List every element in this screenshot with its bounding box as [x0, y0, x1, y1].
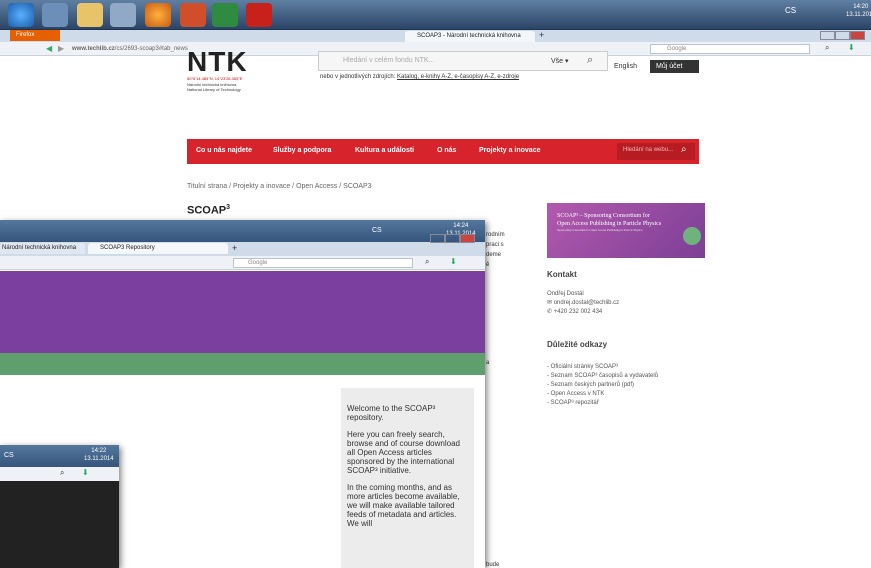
page-title: SCOAP3: [187, 204, 231, 217]
new-tab-button[interactable]: +: [232, 243, 237, 253]
window-controls: [820, 31, 866, 40]
menu-item-1[interactable]: Služby a podpora: [273, 147, 331, 154]
tab-scoap3-ntk[interactable]: SCOAP3 - Národní technická knihovna: [405, 31, 535, 42]
link-item[interactable]: Seznam českých partnerů (pdf): [551, 382, 634, 388]
nav-bar: ⌕ ⬇: [0, 467, 119, 481]
catalog-search-input[interactable]: Hledání v celém fondu NTK...: [343, 57, 434, 64]
scoap3-header-band: [0, 271, 485, 353]
excel-taskbar-icon[interactable]: [212, 3, 238, 27]
scoap3-banner[interactable]: SCOAP³ – Sponsoring Consortium for Open …: [547, 203, 705, 258]
catalog-search-box: Hledání v celém fondu NTK... Vše ▾ ⌕: [318, 51, 608, 71]
web-search-box: Hledání na webu... ⌕: [617, 143, 695, 160]
close-button[interactable]: [460, 234, 475, 243]
gps-coords: 50°6'14.483"N, 14°23'26.365"E: [187, 76, 243, 81]
link-item[interactable]: Seznam SCOAP³ časopisů a vydavatelů: [551, 373, 658, 379]
tab-ntk[interactable]: Národní technická knihovna: [0, 243, 85, 254]
tab-bar: Národní technická knihovna SCOAP3 Reposi…: [0, 234, 485, 256]
search-scope-select[interactable]: Vše ▾: [551, 57, 569, 65]
contact-block: Ondřej Dostál ✉ ondrej.dostal@techlib.cz…: [547, 291, 620, 315]
maximize-button[interactable]: [835, 31, 850, 40]
scoap3-nav-band: [0, 353, 485, 375]
taskbar: CS 14:20 13.11.2014: [0, 0, 871, 30]
body-text-fragment: rodním praci s deme ě: [486, 232, 505, 268]
account-button[interactable]: Můj účet: [650, 60, 699, 73]
library-name: Národní technická knihovna National Libr…: [187, 82, 241, 92]
scoap3-logo-icon: [683, 227, 701, 245]
back-icon[interactable]: ◀: [46, 44, 52, 53]
download-icon[interactable]: ⬇: [450, 257, 457, 266]
tab-scoap3-repository[interactable]: SCOAP3 Repository: [88, 243, 228, 254]
link-item[interactable]: Oficiální stránky SCOAP³: [551, 364, 618, 370]
phone-icon: ✆: [547, 309, 553, 315]
browser-window-small: CS 14:22 13.11.2014 ⌕ ⬇: [0, 445, 119, 568]
search-icon[interactable]: ⌕: [681, 144, 687, 155]
search-bar[interactable]: Google: [233, 258, 413, 268]
menu-item-2[interactable]: Kultura a události: [355, 147, 414, 154]
other-sources: nebo v jednotlivých zdrojích: Katalog, e…: [320, 74, 520, 80]
download-icon[interactable]: ⬇: [848, 43, 855, 52]
tray-clock[interactable]: 14:20 13.11.2014: [846, 3, 871, 19]
window-controls: [430, 234, 476, 243]
body-text-fragment: bude: [486, 562, 500, 568]
body-text-fragment: a: [486, 360, 490, 366]
explorer-taskbar-icon[interactable]: [42, 3, 68, 27]
window-titlebar: CS 14:22 13.11.2014: [0, 445, 119, 467]
menu-item-4[interactable]: Projekty a inovace: [479, 147, 540, 154]
tab-bar: Firefox SCOAP3 - Národní technická kniho…: [0, 30, 871, 42]
search-icon[interactable]: ⌕: [60, 468, 64, 478]
close-button[interactable]: [850, 31, 865, 40]
menu-item-3[interactable]: O nás: [437, 147, 456, 154]
main-menu: Co u nás najdete Služby a podpora Kultur…: [187, 139, 699, 164]
contact-heading: Kontakt: [547, 270, 577, 279]
email-icon: ✉: [547, 300, 553, 306]
download-icon[interactable]: ⬇: [82, 468, 89, 477]
english-link[interactable]: English: [614, 63, 637, 70]
search-icon[interactable]: ⌕: [425, 257, 429, 267]
folder-taskbar-icon[interactable]: [77, 3, 103, 27]
dark-page-area: [0, 481, 119, 568]
powerpoint-taskbar-icon[interactable]: [180, 3, 206, 27]
tray-language: CS: [4, 452, 14, 459]
tray-language[interactable]: CS: [785, 6, 796, 15]
acrobat-taskbar-icon[interactable]: [246, 3, 272, 27]
menu-item-0[interactable]: Co u nás najdete: [196, 147, 252, 154]
minimize-button[interactable]: [430, 234, 445, 243]
links-heading: Důležité odkazy: [547, 340, 608, 349]
search-icon[interactable]: ⌕: [587, 54, 593, 67]
links-list: - Oficiální stránky SCOAP³ - Seznam SCOA…: [547, 364, 659, 406]
web-search-input[interactable]: Hledání na webu...: [623, 147, 673, 153]
breadcrumb[interactable]: Titulní strana / Projekty a inovace / Op…: [187, 183, 372, 190]
nav-bar: Google ⌕ ⬇: [0, 256, 485, 270]
maximize-button[interactable]: [445, 234, 460, 243]
search-bar[interactable]: Google: [650, 44, 810, 54]
new-tab-button[interactable]: +: [539, 30, 544, 40]
firefox-menu-button[interactable]: Firefox: [10, 30, 60, 41]
tray-clock: 14:22 13.11.2014: [84, 448, 114, 462]
welcome-panel: Welcome to the SCOAP³ repository. Here y…: [341, 388, 474, 568]
search-icon[interactable]: ⌕: [825, 43, 829, 53]
link-item[interactable]: SCOAP³ repozitář: [551, 400, 599, 406]
start-orb-icon[interactable]: [8, 3, 34, 27]
link-item[interactable]: Open Access v NTK: [551, 391, 605, 397]
ntk-logo[interactable]: NTK: [187, 46, 248, 78]
window-titlebar: CS 14:24 13.11.2014: [0, 220, 485, 242]
forward-icon[interactable]: ▶: [58, 44, 64, 53]
tray-language: CS: [372, 227, 382, 234]
firefox-taskbar-icon[interactable]: [145, 3, 171, 27]
app-taskbar-icon[interactable]: [110, 3, 136, 27]
minimize-button[interactable]: [820, 31, 835, 40]
